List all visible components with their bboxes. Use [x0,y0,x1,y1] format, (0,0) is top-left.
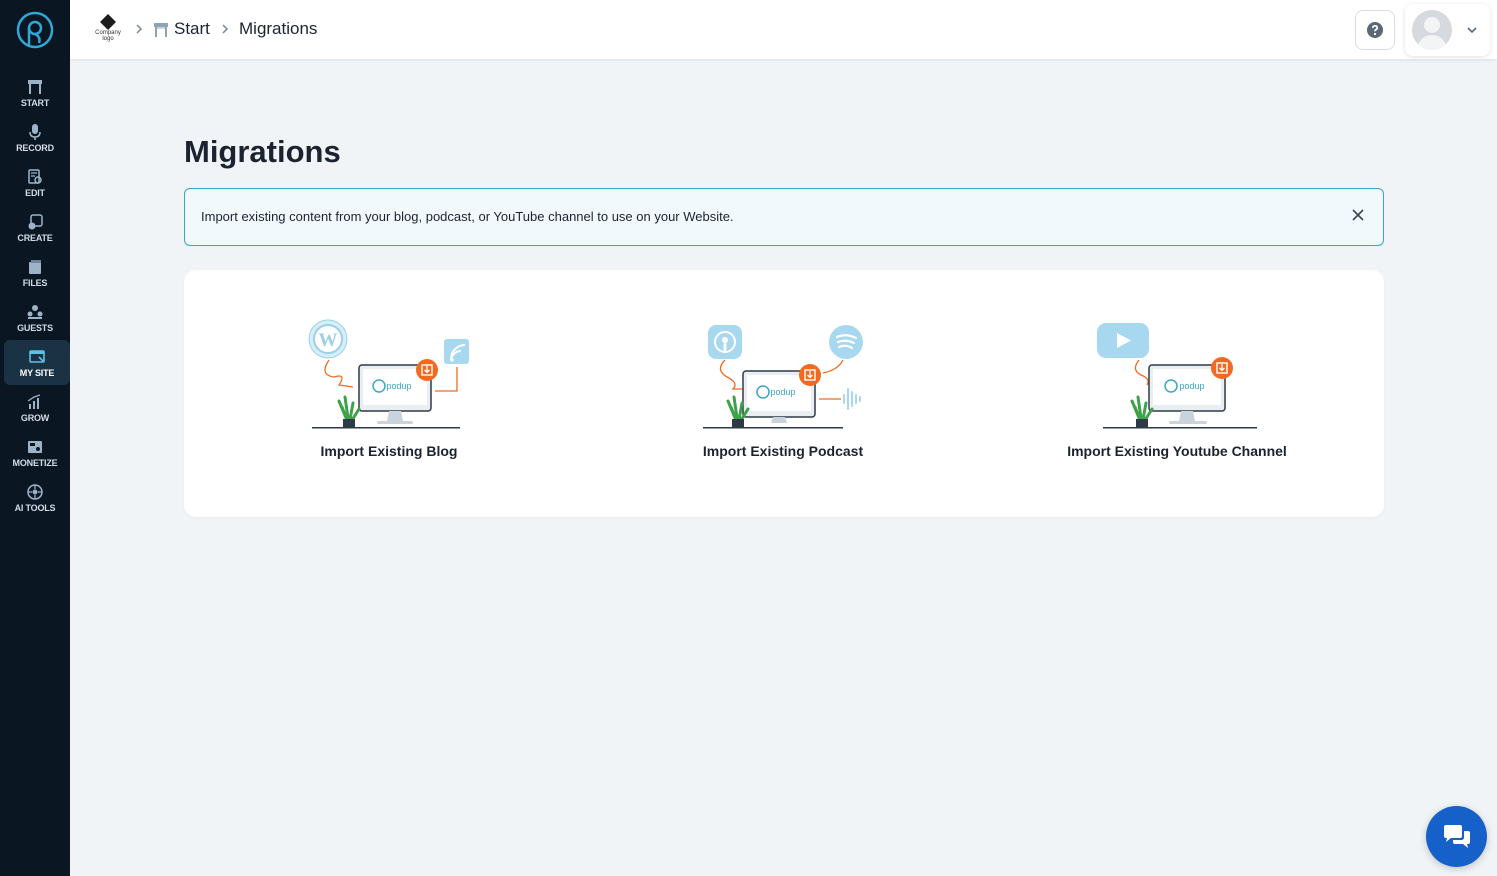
sidebar-item-label: EDIT [25,187,45,198]
sidebar-nav: START RECORD EDIT CREATE FILES GUESTS MY… [0,70,70,520]
sidebar-item-monetize[interactable]: MONETIZE [0,430,70,475]
import-youtube-option[interactable]: podup Import Existing Youtube Channel [1027,315,1327,465]
chevron-down-icon [1467,27,1477,34]
import-podcast-option[interactable]: podup Import Existing Podcast [633,315,933,465]
chevron-right-icon [136,24,143,34]
youtube-illustration-icon: podup [1097,323,1257,429]
help-icon [1367,22,1383,38]
company-logo-text: logo [102,36,114,42]
svg-text:W: W [319,330,338,351]
import-blog-option[interactable]: W podup Import Existing Blog [239,315,539,465]
info-banner-close-button[interactable] [1347,204,1369,226]
sidebar-item-label: MONETIZE [12,457,58,468]
ai-tools-icon [27,483,43,500]
page-title: Migrations [184,134,341,169]
avatar-head [1424,17,1440,33]
avatar [1412,10,1452,50]
user-menu-button[interactable] [1405,4,1490,56]
edit-icon [28,168,42,184]
company-logo-icon [100,14,116,30]
import-podcast-label: Import Existing Podcast [702,443,864,459]
chat-icon [1443,824,1470,848]
sidebar-item-label: AI TOOLS [14,502,56,513]
grow-icon [27,393,41,409]
chat-widget-button[interactable] [1426,806,1487,867]
app-logo-icon[interactable] [15,11,55,51]
sidebar: START RECORD EDIT CREATE FILES GUESTS MY… [0,0,70,876]
sidebar-item-create[interactable]: CREATE [0,205,70,250]
create-icon [28,213,43,229]
migration-options-card: W podup Import Existing Blog podup Impor… [184,270,1384,517]
monetize-icon [28,440,42,453]
sidebar-item-edit[interactable]: EDIT [0,160,70,205]
sidebar-item-label: START [20,97,50,108]
sidebar-item-guests[interactable]: GUESTS [0,295,70,340]
sidebar-item-my-site[interactable]: MY SITE [4,340,70,385]
breadcrumb-current: Migrations [239,19,318,38]
podup-screen-text: podup [386,381,411,391]
avatar-body [1417,35,1447,50]
chevron-right-icon [222,24,229,34]
top-header: Company logo Start Migrations [70,0,1497,59]
my-site-icon [29,349,45,363]
breadcrumb-start[interactable]: Start [174,19,210,39]
microphone-icon [29,123,41,140]
info-banner: Import existing content from your blog, … [184,188,1384,246]
import-blog-label: Import Existing Blog [320,443,458,459]
sidebar-item-label: GROW [20,412,50,423]
sidebar-item-start[interactable]: START [0,70,70,115]
close-icon [1352,209,1364,221]
info-banner-text: Import existing content from your blog, … [201,209,734,224]
podup-screen-text: podup [1179,381,1204,391]
sidebar-item-ai-tools[interactable]: AI TOOLS [0,475,70,520]
help-button[interactable] [1355,10,1395,50]
guests-icon [27,304,43,319]
podup-screen-text: podup [770,387,795,397]
podcast-spotify-illustration-icon: podup [703,325,863,429]
sidebar-item-record[interactable]: RECORD [0,115,70,160]
sidebar-item-label: GUESTS [17,322,53,333]
sidebar-item-grow[interactable]: GROW [0,385,70,430]
sidebar-item-label: RECORD [16,142,54,153]
wordpress-rss-illustration-icon: W podup [308,319,469,429]
sidebar-item-files[interactable]: FILES [0,250,70,295]
sidebar-item-label: MY SITE [19,367,55,378]
import-youtube-label: Import Existing Youtube Channel [1067,443,1287,459]
start-icon [154,23,168,37]
company-logo[interactable]: Company logo [90,14,126,46]
sidebar-item-label: FILES [22,277,48,288]
files-icon [29,259,41,274]
start-icon [28,79,42,94]
sidebar-item-label: CREATE [17,232,53,243]
